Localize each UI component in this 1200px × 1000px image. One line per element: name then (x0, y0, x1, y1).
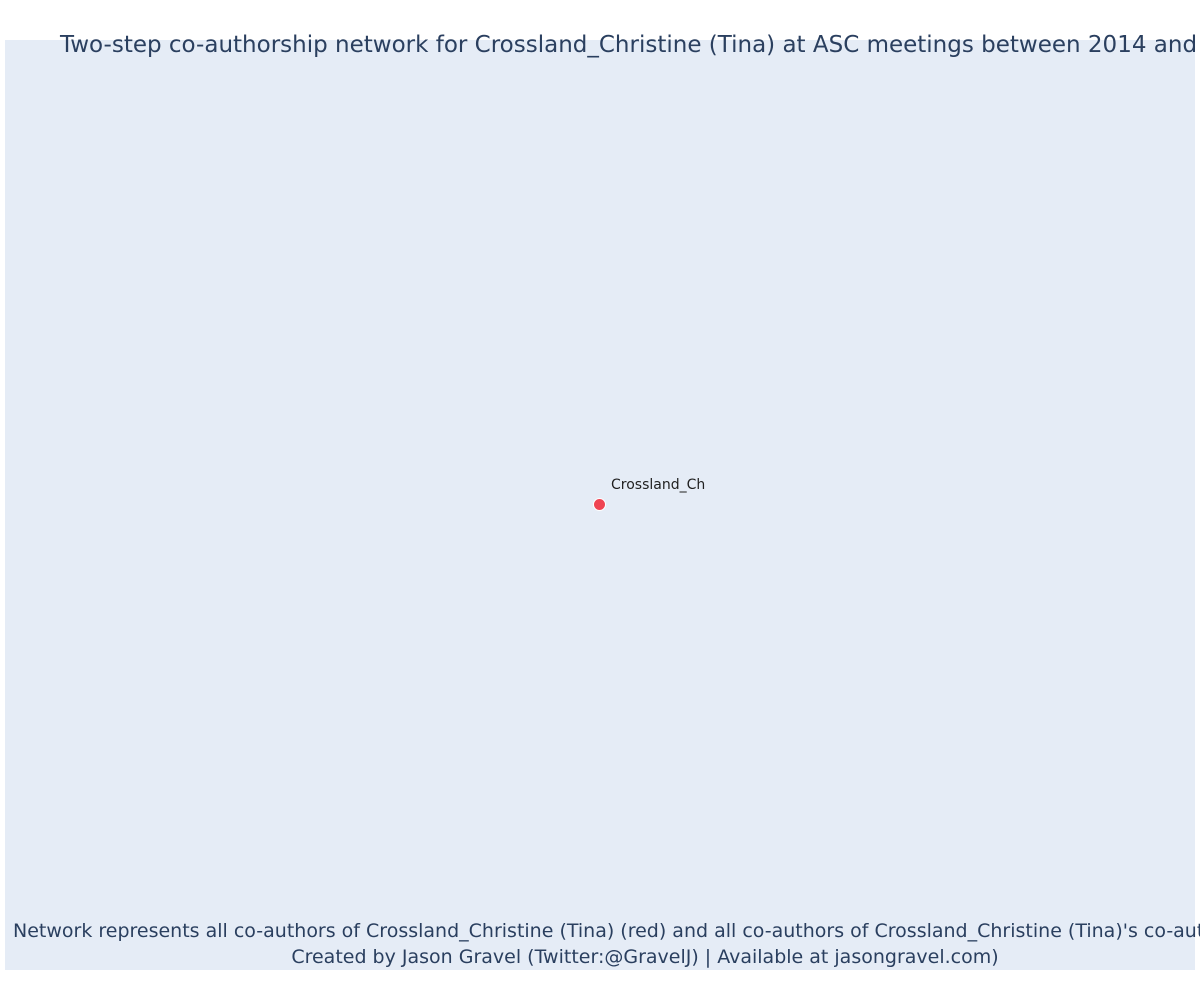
caption-line-credit: Created by Jason Gravel (Twitter:@Gravel… (291, 946, 999, 968)
network-node-focal[interactable] (593, 498, 606, 511)
caption-line-description: Network represents all co-authors of Cro… (13, 920, 1200, 942)
chart-title: Two-step co-authorship network for Cross… (60, 32, 1198, 58)
node-label: Crossland_Ch (611, 477, 706, 493)
caption: Network represents all co-authors of Cro… (0, 918, 1200, 972)
